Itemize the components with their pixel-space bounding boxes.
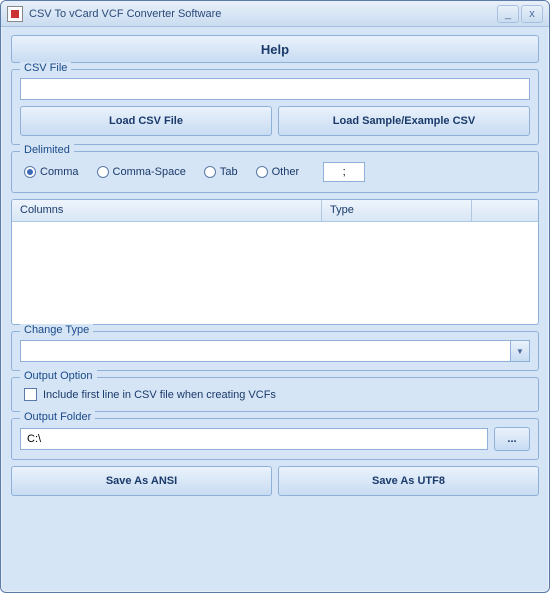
columns-table[interactable]: Columns Type: [11, 199, 539, 325]
save-buttons: Save As ANSI Save As UTF8: [11, 466, 539, 496]
csv-file-legend: CSV File: [20, 62, 71, 74]
checkbox-icon: [24, 388, 37, 401]
table-header-spacer: [472, 200, 538, 221]
include-first-line-checkbox[interactable]: Include first line in CSV file when crea…: [20, 386, 530, 403]
radio-icon: [97, 166, 109, 178]
help-button[interactable]: Help: [11, 35, 539, 63]
radio-label: Tab: [220, 166, 238, 178]
radio-other[interactable]: Other: [256, 166, 300, 178]
output-folder-legend: Output Folder: [20, 411, 95, 423]
delimited-legend: Delimited: [20, 144, 74, 156]
change-type-value: [20, 340, 510, 362]
other-delimiter-input[interactable]: [323, 162, 365, 182]
radio-comma-space[interactable]: Comma-Space: [97, 166, 186, 178]
output-folder-group: Output Folder ...: [11, 418, 539, 460]
save-utf8-button[interactable]: Save As UTF8: [278, 466, 539, 496]
browse-button[interactable]: ...: [494, 427, 530, 451]
table-header-columns[interactable]: Columns: [12, 200, 322, 221]
output-option-legend: Output Option: [20, 370, 97, 382]
content-area: Help CSV File Load CSV File Load Sample/…: [1, 27, 549, 504]
change-type-select[interactable]: ▼: [20, 340, 530, 362]
csv-path-input[interactable]: [20, 78, 530, 100]
radio-icon: [256, 166, 268, 178]
change-type-group: Change Type ▼: [11, 331, 539, 371]
chevron-down-icon[interactable]: ▼: [510, 340, 530, 362]
save-ansi-button[interactable]: Save As ANSI: [11, 466, 272, 496]
titlebar: CSV To vCard VCF Converter Software _ x: [1, 1, 549, 27]
table-header: Columns Type: [12, 200, 538, 222]
radio-label: Comma: [40, 166, 79, 178]
table-header-type[interactable]: Type: [322, 200, 472, 221]
radio-comma[interactable]: Comma: [24, 166, 79, 178]
radio-label: Other: [272, 166, 300, 178]
csv-file-group: CSV File Load CSV File Load Sample/Examp…: [11, 69, 539, 145]
radio-tab[interactable]: Tab: [204, 166, 238, 178]
delimited-group: Delimited Comma Comma-Space Tab Other: [11, 151, 539, 193]
window-title: CSV To vCard VCF Converter Software: [29, 8, 497, 20]
window-controls: _ x: [497, 5, 543, 23]
radio-icon: [24, 166, 36, 178]
minimize-button[interactable]: _: [497, 5, 519, 23]
change-type-legend: Change Type: [20, 324, 93, 336]
close-button[interactable]: x: [521, 5, 543, 23]
output-folder-input[interactable]: [20, 428, 488, 450]
radio-label: Comma-Space: [113, 166, 186, 178]
radio-icon: [204, 166, 216, 178]
load-csv-button[interactable]: Load CSV File: [20, 106, 272, 136]
app-icon: [7, 6, 23, 22]
app-window: CSV To vCard VCF Converter Software _ x …: [0, 0, 550, 593]
output-option-group: Output Option Include first line in CSV …: [11, 377, 539, 412]
load-sample-button[interactable]: Load Sample/Example CSV: [278, 106, 530, 136]
checkbox-label: Include first line in CSV file when crea…: [43, 389, 276, 401]
